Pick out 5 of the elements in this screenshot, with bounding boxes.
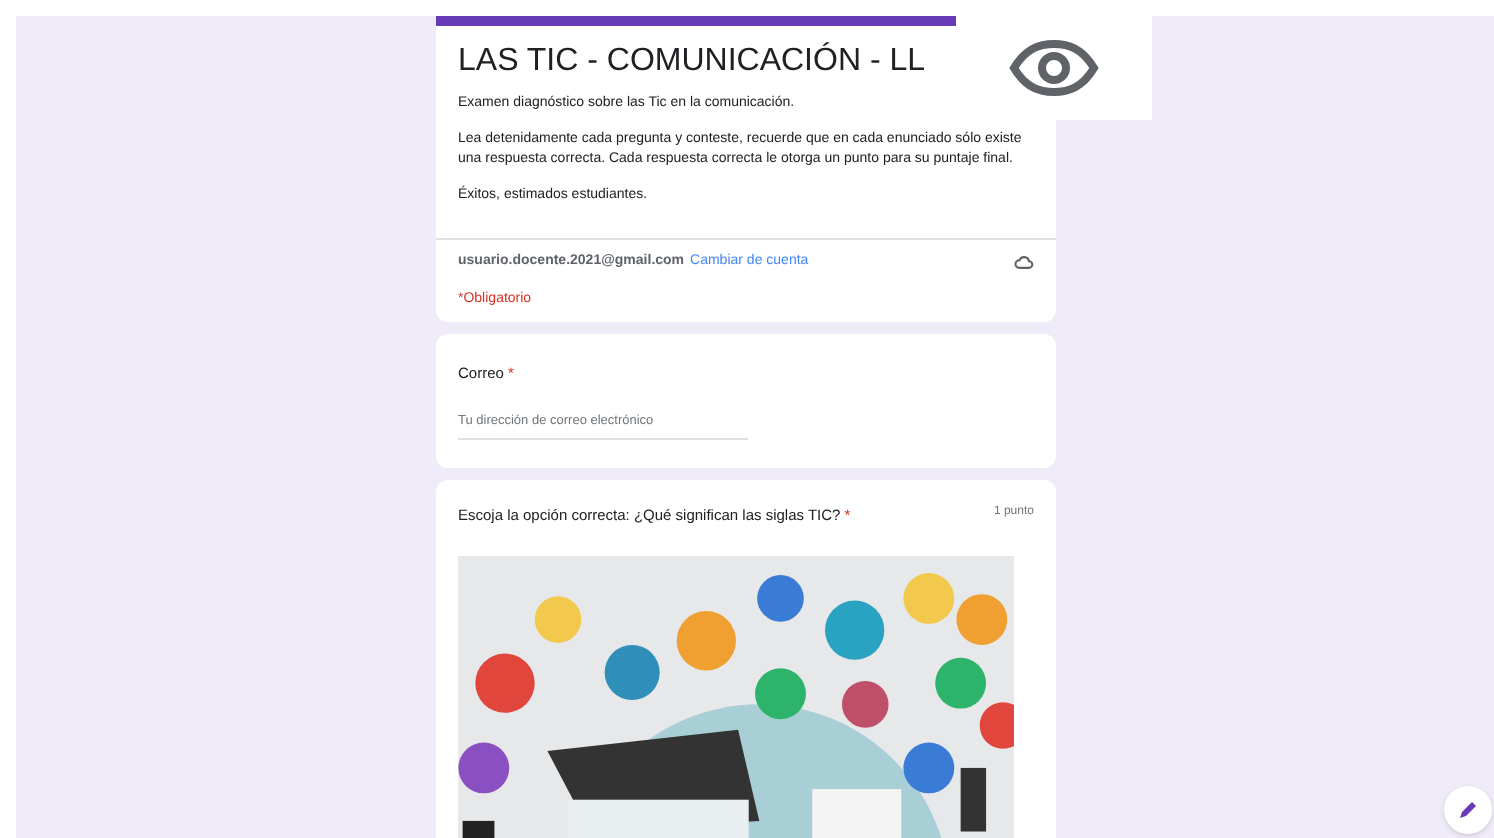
pencil-icon [1458, 800, 1478, 820]
cloud-icon [1014, 254, 1034, 271]
eye-icon [1008, 38, 1100, 98]
edit-button[interactable] [1444, 786, 1492, 834]
form-title: LAS TIC - COMUNICACIÓN - LL [458, 42, 928, 82]
